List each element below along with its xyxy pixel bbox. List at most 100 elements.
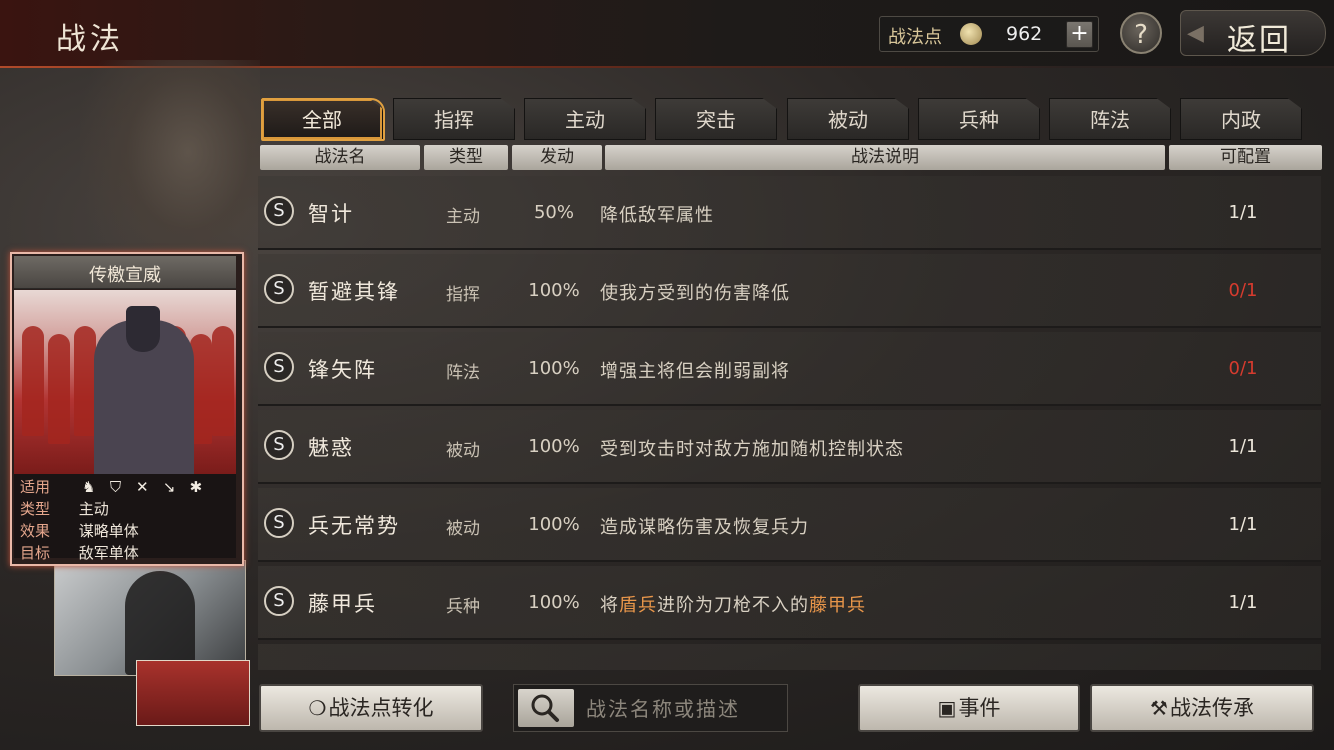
info-key: 效果 (20, 522, 51, 540)
grade-badge: S (264, 196, 294, 226)
tab-passive[interactable]: 被动 (787, 98, 909, 140)
back-arrow-icon: ◀ (1187, 21, 1204, 46)
tactic-name: 锋矢阵 (308, 358, 377, 382)
cavalry-icon: ♞ (82, 478, 96, 496)
back-button[interactable]: ◀ 返回 (1180, 10, 1326, 58)
tab-command[interactable]: 指挥 (393, 98, 515, 140)
card-title: 传檄宣威 (89, 265, 161, 286)
tactic-rate: 100% (528, 280, 580, 301)
top-header-bar: 战法 战法点 962 + ? ◀ 返回 (0, 0, 1334, 68)
search-button[interactable] (518, 689, 574, 727)
event-button[interactable]: ▣事件 (858, 684, 1080, 732)
tab-troop[interactable]: 兵种 (918, 98, 1040, 140)
tactic-name: 暂避其锋 (308, 280, 400, 304)
description-text: 降低敌军属性 (600, 205, 714, 226)
search-box[interactable] (513, 684, 788, 732)
search-input[interactable] (584, 695, 784, 723)
event-notice-icon: ▣ (937, 696, 957, 720)
selected-tactic-card[interactable]: 传檄宣威 适用 ♞ ⛉ ✕ ↘ ✱ 类型 主动 效果 谋略单体 目标 敌军单体 (10, 252, 244, 566)
highlighted-term: 盾兵 (619, 595, 657, 616)
description-text: 受到攻击时对敌方施加随机控制状态 (600, 439, 904, 460)
tactic-rate: 100% (528, 358, 580, 379)
highlighted-term: 藤甲兵 (809, 595, 866, 616)
tactic-description: 降低敌军属性 (600, 201, 714, 227)
back-button-label: 返回 (1227, 23, 1291, 58)
column-header-configurable[interactable]: 可配置 (1169, 145, 1322, 170)
convert-points-button[interactable]: ❍战法点转化 (259, 684, 483, 732)
tab-assault[interactable]: 突击 (655, 98, 777, 140)
tactic-name: 智计 (308, 202, 354, 226)
tactic-rate: 100% (528, 514, 580, 535)
tactic-description: 造成谋略伤害及恢复兵力 (600, 513, 809, 539)
grade-badge: S (264, 508, 294, 538)
description-text: 增强主将但会削弱副将 (600, 361, 790, 382)
column-header-type[interactable]: 类型 (424, 145, 508, 170)
card-title-bar: 传檄宣威 (14, 256, 236, 289)
stacked-card-preview[interactable] (54, 560, 246, 676)
grade-badge: S (264, 274, 294, 304)
tactic-type: 兵种 (446, 597, 480, 617)
tactic-points-panel: 战法点 962 + (879, 16, 1099, 52)
description-text: 进阶为刀枪不入的 (657, 595, 809, 616)
card-info-row-target: 目标 敌军单体 (20, 542, 139, 564)
description-text: 使我方受到的伤害降低 (600, 283, 790, 304)
info-value: 敌军单体 (78, 544, 139, 562)
tactic-point-coin-icon (960, 23, 982, 45)
table-row[interactable]: S 魅惑 被动 100% 受到攻击时对敌方施加随机控制状态 1/1 (258, 410, 1321, 484)
shield-icon: ⛉ (109, 478, 122, 496)
tab-active[interactable]: 主动 (524, 98, 646, 140)
tab-formation[interactable]: 阵法 (1049, 98, 1171, 140)
tactic-rate: 100% (528, 436, 580, 457)
tab-all[interactable]: 全部 (261, 98, 383, 140)
description-text: 将 (600, 595, 619, 616)
tactic-points-label: 战法点 (888, 27, 942, 48)
info-key: 目标 (20, 544, 51, 562)
soldier-silhouette (48, 334, 70, 444)
table-row[interactable]: S 智计 主动 50% 降低敌军属性 1/1 (258, 176, 1321, 250)
column-header-description[interactable]: 战法说明 (605, 145, 1165, 170)
tactic-name: 兵无常势 (308, 514, 400, 538)
tactic-list[interactable]: S 智计 主动 50% 降低敌军属性 1/1 S 暂避其锋 指挥 100% 使我… (258, 176, 1321, 670)
tab-internal-affairs[interactable]: 内政 (1180, 98, 1302, 140)
card-info-panel: 适用 ♞ ⛉ ✕ ↘ ✱ 类型 主动 效果 谋略单体 目标 敌军单体 (14, 474, 236, 562)
table-row[interactable]: S 兵无常势 被动 100% 造成谋略伤害及恢复兵力 1/1 (258, 488, 1321, 562)
tactic-inherit-label: 战法传承 (1169, 696, 1254, 720)
info-key: 适用 (20, 478, 51, 496)
help-button[interactable]: ? (1120, 12, 1162, 54)
flame-icon: ❍ (308, 696, 327, 720)
info-key: 类型 (20, 500, 51, 518)
soldier-silhouette (212, 326, 234, 436)
tactic-type: 主动 (446, 207, 480, 227)
tactic-configurable: 1/1 (1228, 592, 1258, 613)
column-header-name[interactable]: 战法名 (260, 145, 420, 170)
column-header-trigger-rate[interactable]: 发动 (512, 145, 602, 170)
card-info-row-effect: 效果 谋略单体 (20, 520, 139, 542)
card-info-row-type: 类型 主动 (20, 498, 109, 520)
tactic-type: 被动 (446, 519, 480, 539)
tactic-configurable: 0/1 (1228, 280, 1258, 301)
grade-badge: S (264, 430, 294, 460)
table-row[interactable]: S 暂避其锋 指挥 100% 使我方受到的伤害降低 0/1 (258, 254, 1321, 328)
tactic-description: 受到攻击时对敌方施加随机控制状态 (600, 435, 904, 461)
tactic-configurable: 1/1 (1228, 436, 1258, 457)
tactic-configurable: 0/1 (1228, 358, 1258, 379)
description-text: 造成谋略伤害及恢复兵力 (600, 517, 809, 538)
stacked-card-preview-2[interactable] (136, 660, 250, 726)
grade-badge: S (264, 586, 294, 616)
add-tactic-points-button[interactable]: + (1066, 21, 1093, 48)
table-row[interactable] (258, 644, 1321, 670)
tactic-inherit-button[interactable]: ⚒战法传承 (1090, 684, 1314, 732)
table-row[interactable]: S 藤甲兵 兵种 100% 将盾兵进阶为刀枪不入的藤甲兵 1/1 (258, 566, 1321, 640)
info-value: 谋略单体 (78, 522, 139, 540)
hammer-icon: ⚒ (1150, 696, 1168, 720)
tactic-type: 指挥 (446, 285, 480, 305)
event-label: 事件 (958, 696, 1001, 720)
wheel-icon: ✱ (189, 478, 203, 496)
spear-icon: ↘ (162, 478, 176, 496)
soldier-silhouette (22, 326, 44, 436)
soldier-silhouette (74, 326, 96, 436)
tactic-description: 使我方受到的伤害降低 (600, 279, 790, 305)
card-artwork (14, 290, 236, 474)
table-row[interactable]: S 锋矢阵 阵法 100% 增强主将但会削弱副将 0/1 (258, 332, 1321, 406)
commander-head (126, 306, 160, 352)
